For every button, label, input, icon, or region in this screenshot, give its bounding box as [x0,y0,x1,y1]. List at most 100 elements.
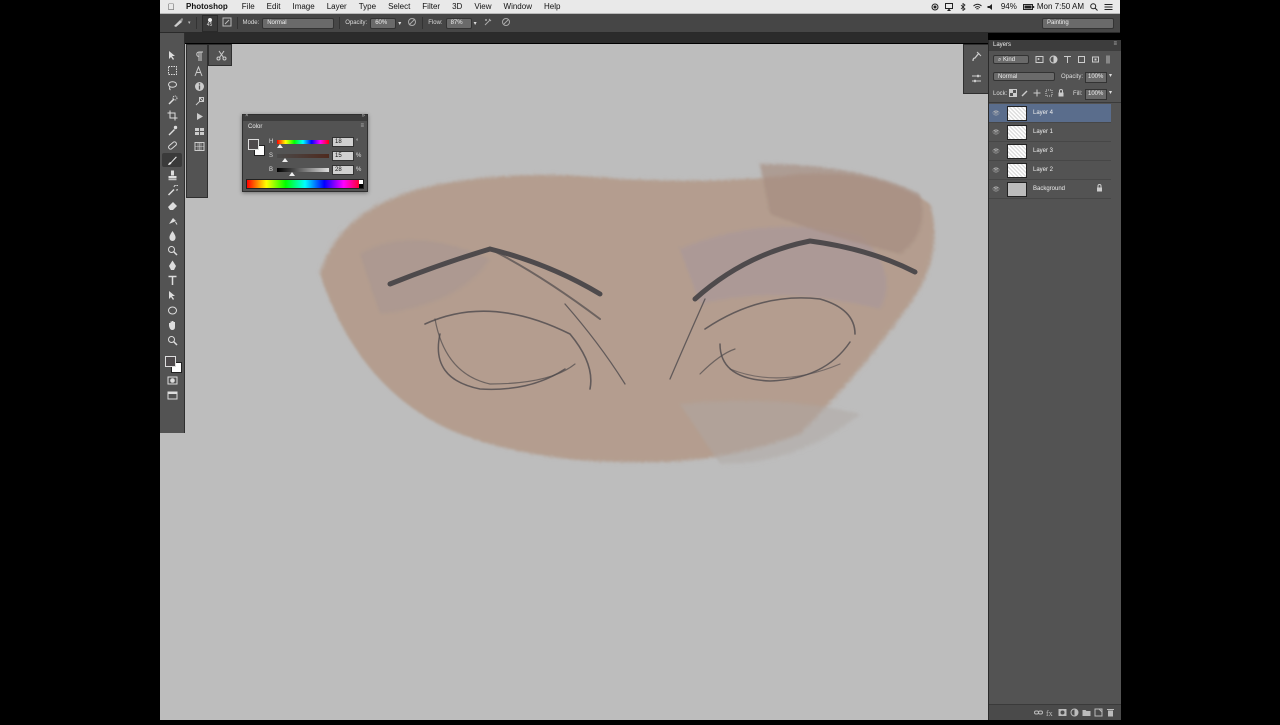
eraser-tool[interactable] [162,198,182,212]
pen-tool[interactable] [162,258,182,272]
history-brush-tool[interactable] [162,183,182,197]
hue-value-field[interactable]: 18 [332,137,354,147]
workspace-select[interactable]: Painting [1042,18,1114,29]
brush-panel-toggle-icon[interactable] [222,17,232,29]
brush-tool[interactable] [162,153,182,167]
menu-layer[interactable]: Layer [327,2,347,11]
mode-select[interactable]: Normal [262,17,335,29]
path-selection-tool[interactable] [162,288,182,302]
layer-row-layer-1[interactable]: 👁 Layer 1 [989,123,1111,142]
visibility-eye-icon[interactable]: 👁 [989,129,1003,136]
panel-menu-icon[interactable]: ≡ [360,123,364,129]
adjustment-layer-icon[interactable] [1070,708,1079,717]
hue-slider-knob[interactable] [276,144,283,148]
layers-tab[interactable]: Layers [993,42,1011,48]
grid-panel-icon[interactable] [189,139,209,153]
layer-opacity-field[interactable]: 100% [1085,72,1107,83]
flow-dropdown-icon[interactable]: ▾ [474,20,477,27]
zoom-tool[interactable] [162,333,182,347]
adjustments-panel-icon[interactable] [966,71,986,85]
black-swatch[interactable] [359,184,363,188]
visibility-eye-icon[interactable]: 👁 [989,186,1003,193]
opacity-field[interactable]: 60% [370,17,397,29]
filter-kind-select[interactable]: ⌕ Kind [993,55,1029,64]
clock[interactable]: Mon 7:50 AM [1037,2,1084,11]
dodge-tool[interactable] [162,243,182,257]
foreground-color-swatch[interactable] [248,139,259,150]
airbrush-icon[interactable] [483,17,493,29]
layer-row-layer-2[interactable]: 👁 Layer 2 [989,161,1111,180]
character-panel-icon[interactable] [189,64,209,78]
pressure-opacity-icon[interactable] [407,17,417,29]
scissors-tool-icon[interactable] [211,48,231,62]
layer-name[interactable]: Layer 1 [1033,129,1053,135]
menu-edit[interactable]: Edit [267,2,281,11]
apple-icon[interactable]:  [160,2,182,12]
pixel-filter-icon[interactable] [1035,55,1044,66]
blend-mode-select[interactable]: Normal [993,72,1055,81]
menu-type[interactable]: Type [359,2,376,11]
menu-filter[interactable]: Filter [422,2,440,11]
visibility-eye-icon[interactable]: 👁 [989,110,1003,117]
crop-tool[interactable] [162,108,182,122]
smart-object-filter-icon[interactable] [1091,55,1100,66]
saturation-slider[interactable] [277,154,329,162]
screen-mode-icon[interactable] [162,388,182,402]
quick-mask-icon[interactable] [162,373,182,387]
close-icon[interactable]: × [245,113,249,119]
volume-icon[interactable] [987,3,995,11]
clone-stamp-tool[interactable] [162,168,182,182]
shape-filter-icon[interactable] [1077,55,1086,66]
color-swatches[interactable] [162,354,182,373]
saturation-slider-knob[interactable] [281,158,288,162]
layer-fill-field[interactable]: 100% [1085,89,1107,100]
type-filter-icon[interactable] [1063,55,1072,66]
layer-row-background[interactable]: 👁 Background [989,180,1111,199]
type-tool[interactable] [162,273,182,287]
app-name-menu[interactable]: Photoshop [186,2,228,11]
collapse-icon[interactable]: » [362,113,365,119]
lock-transparent-icon[interactable] [1009,89,1017,99]
visibility-eye-icon[interactable]: 👁 [989,148,1003,155]
brush-presets-icon[interactable] [189,94,209,108]
layer-name[interactable]: Layer 3 [1033,148,1053,154]
delete-layer-icon[interactable] [1106,708,1115,717]
menu-window[interactable]: Window [504,2,532,11]
saturation-value-field[interactable]: 15 [332,151,354,161]
fill-dropdown-icon[interactable]: ▾ [1109,89,1112,96]
info-panel-icon[interactable] [189,79,209,93]
actions-play-icon[interactable] [189,109,209,123]
eyedropper-tool[interactable] [162,123,182,137]
brightness-value-field[interactable]: 28 [332,165,354,175]
brush-tool-preset-icon[interactable] [172,16,184,30]
swatches-panel-icon[interactable] [189,124,209,138]
layer-name[interactable]: Background [1033,186,1065,192]
menu-file[interactable]: File [242,2,255,11]
foreground-color-swatch[interactable] [165,356,176,367]
lasso-tool[interactable] [162,78,182,92]
panel-menu-icon[interactable]: ≡ [1113,41,1117,47]
brightness-slider-knob[interactable] [288,172,295,176]
lock-all-icon[interactable] [1057,89,1065,99]
filter-toggle-icon[interactable] [1105,55,1111,66]
adjustment-filter-icon[interactable] [1049,55,1058,66]
layer-name[interactable]: Layer 4 [1033,110,1053,116]
battery-icon[interactable] [1022,3,1035,11]
shape-tool[interactable] [162,303,182,317]
menu-image[interactable]: Image [292,2,314,11]
brush-preset-picker[interactable]: 45 [201,14,218,32]
visibility-eye-icon[interactable]: 👁 [989,167,1003,174]
healing-brush-tool[interactable] [162,138,182,152]
menu-select[interactable]: Select [388,2,410,11]
color-spectrum-ramp[interactable] [246,179,364,189]
move-tool[interactable] [162,48,182,62]
notification-center-icon[interactable] [1104,3,1113,11]
brush-panel-icon[interactable] [966,49,986,63]
blur-tool[interactable] [162,228,182,242]
menu-3d[interactable]: 3D [452,2,462,11]
quick-selection-tool[interactable] [162,93,182,107]
layer-style-icon[interactable]: fx [1046,708,1055,718]
paragraph-panel-icon[interactable] [189,49,209,63]
hue-slider[interactable] [276,140,329,148]
tool-preset-dropdown-icon[interactable]: ▾ [188,20,191,26]
